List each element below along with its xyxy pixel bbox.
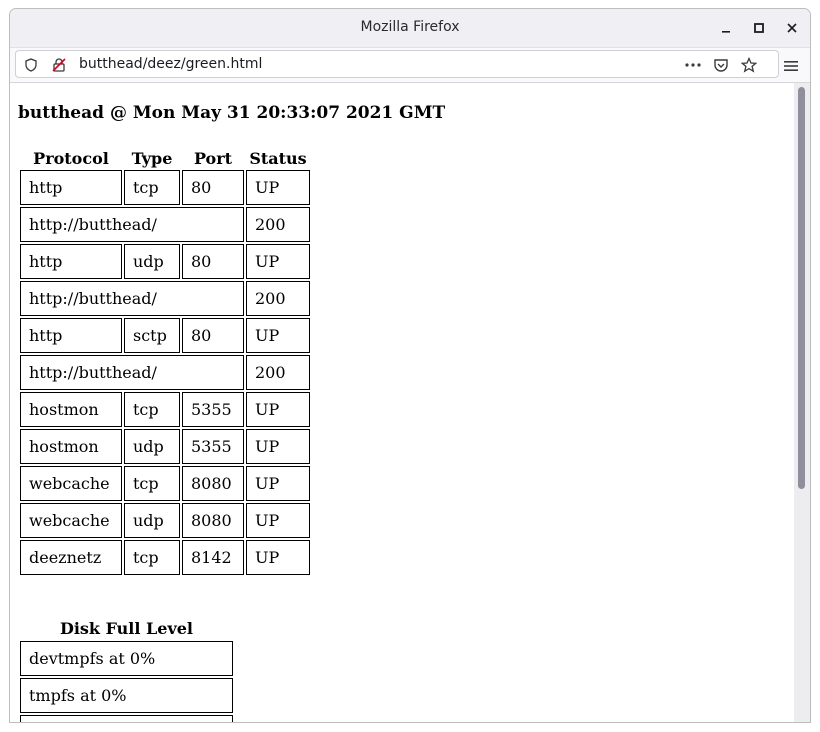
menu-icon[interactable] — [781, 56, 801, 76]
table-row: http://butthead/ 200 — [20, 355, 310, 390]
table-row: http tcp 80 UP — [20, 170, 310, 205]
table-row: http://butthead/ 200 — [20, 207, 310, 242]
protocol-cell: deeznetz — [20, 540, 122, 575]
port-cell: 80 — [182, 318, 244, 353]
protocol-cell: http — [20, 318, 122, 353]
status-cell: UP — [246, 392, 310, 427]
protocol-cell: webcache — [20, 503, 122, 538]
table-row: http udp 80 UP — [20, 244, 310, 279]
table-header-row: Protocol Type Port Status — [20, 148, 310, 168]
url-cell: http://butthead/ — [20, 355, 244, 390]
protocol-cell: hostmon — [20, 392, 122, 427]
table-row — [20, 715, 233, 722]
disk-level-cell: tmpfs at 0% — [20, 678, 233, 713]
status-cell: UP — [246, 429, 310, 464]
disk-table-title: Disk Full Level — [59, 619, 194, 638]
port-cell: 8142 — [182, 540, 244, 575]
status-cell: UP — [246, 503, 310, 538]
disk-table: devtmpfs at 0% tmpfs at 0% — [18, 639, 235, 722]
status-cell: UP — [246, 540, 310, 575]
type-header: Type — [131, 148, 173, 168]
type-cell: tcp — [124, 170, 180, 205]
type-cell: tcp — [124, 466, 180, 501]
port-cell: 5355 — [182, 392, 244, 427]
status-cell: UP — [246, 170, 310, 205]
scrollbar-thumb[interactable] — [798, 87, 805, 489]
type-cell: tcp — [124, 392, 180, 427]
table-row: webcache udp 8080 UP — [20, 503, 310, 538]
port-cell: 5355 — [182, 429, 244, 464]
http-code-cell: 200 — [246, 355, 310, 390]
http-code-cell: 200 — [246, 207, 310, 242]
port-cell: 80 — [182, 170, 244, 205]
disk-level-cell — [20, 715, 233, 722]
close-icon[interactable] — [781, 17, 803, 39]
table-row: deeznetz tcp 8142 UP — [20, 540, 310, 575]
navigation-toolbar: butthead/deez/green.html — [10, 48, 810, 83]
protocol-header: Protocol — [33, 148, 109, 168]
more-actions-icon[interactable] — [684, 56, 702, 74]
status-cell: UP — [246, 466, 310, 501]
maximize-icon[interactable] — [748, 17, 770, 39]
port-header: Port — [193, 148, 233, 168]
status-cell: UP — [246, 244, 310, 279]
bookmark-star-icon[interactable] — [740, 56, 758, 74]
status-cell: UP — [246, 318, 310, 353]
protocol-cell: webcache — [20, 466, 122, 501]
services-table: Protocol Type Port Status http tcp 80 UP… — [18, 146, 312, 577]
port-cell: 8080 — [182, 503, 244, 538]
port-cell: 80 — [182, 244, 244, 279]
table-row: http://butthead/ 200 — [20, 281, 310, 316]
url-text[interactable]: butthead/deez/green.html — [79, 56, 262, 72]
status-header: Status — [249, 148, 307, 168]
type-cell: udp — [124, 503, 180, 538]
shield-icon[interactable] — [22, 56, 40, 74]
page-heading: butthead @ Mon May 31 20:33:07 2021 GMT — [18, 103, 446, 123]
page-content: butthead @ Mon May 31 20:33:07 2021 GMT … — [10, 83, 796, 722]
title-bar: Mozilla Firefox — [10, 9, 810, 48]
table-row: devtmpfs at 0% — [20, 641, 233, 676]
http-code-cell: 200 — [246, 281, 310, 316]
window-title: Mozilla Firefox — [360, 19, 460, 35]
table-row: webcache tcp 8080 UP — [20, 466, 310, 501]
table-row: http sctp 80 UP — [20, 318, 310, 353]
port-cell: 8080 — [182, 466, 244, 501]
table-row: hostmon udp 5355 UP — [20, 429, 310, 464]
protocol-cell: http — [20, 244, 122, 279]
table-row: hostmon tcp 5355 UP — [20, 392, 310, 427]
type-cell: udp — [124, 429, 180, 464]
address-bar[interactable]: butthead/deez/green.html — [15, 50, 779, 78]
url-cell: http://butthead/ — [20, 207, 244, 242]
pocket-icon[interactable] — [712, 56, 730, 74]
type-cell: sctp — [124, 318, 180, 353]
table-row: tmpfs at 0% — [20, 678, 233, 713]
protocol-cell: http — [20, 170, 122, 205]
vertical-scrollbar[interactable] — [794, 83, 810, 722]
browser-window: Mozilla Firefox butthead/deez/green.html — [9, 8, 811, 723]
insecure-lock-icon[interactable] — [50, 56, 68, 74]
minimize-icon[interactable] — [715, 17, 737, 39]
type-cell: tcp — [124, 540, 180, 575]
disk-level-cell: devtmpfs at 0% — [20, 641, 233, 676]
protocol-cell: hostmon — [20, 429, 122, 464]
url-cell: http://butthead/ — [20, 281, 244, 316]
type-cell: udp — [124, 244, 180, 279]
